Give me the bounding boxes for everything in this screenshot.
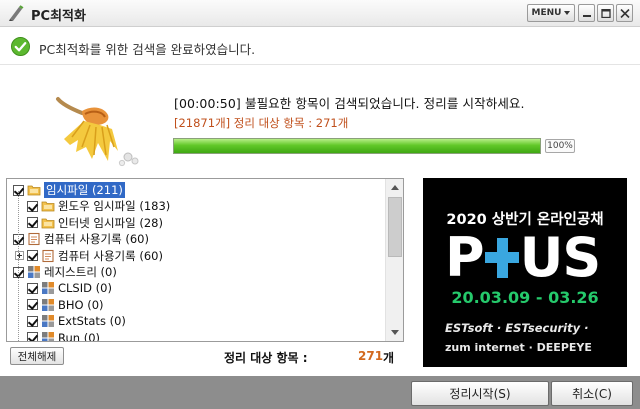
- expand-icon[interactable]: [15, 251, 24, 261]
- ad-brands-line1: ESTsoft · ESTsecurity ·: [445, 321, 589, 335]
- folder-icon: [27, 183, 41, 197]
- chevron-down-icon: [564, 11, 571, 15]
- tree-item-label: 컴퓨터 사용기록 (60): [44, 232, 149, 247]
- tree-item[interactable]: 윈도우 임시파일 (183): [27, 198, 170, 214]
- folder-icon: [41, 199, 55, 213]
- ad-brands-line2: zum internet · DEEPEYE: [445, 341, 592, 354]
- registry-icon: [41, 298, 55, 312]
- scroll-thumb[interactable]: [388, 197, 402, 257]
- tree-item[interactable]: ExtStats (0): [27, 313, 126, 329]
- tree-item-label: 인터넷 임시파일 (28): [58, 215, 163, 230]
- tree-item-label: Run (0): [58, 330, 100, 342]
- tree-item-label: ExtStats (0): [58, 314, 126, 329]
- registry-icon: [27, 265, 41, 279]
- scan-progress-area: [00:00:50] 불필요한 항목이 검색되었습니다. 정리를 시작하세요. …: [0, 65, 640, 177]
- tree-item-checkbox[interactable]: [27, 299, 38, 311]
- total-unit: 개: [383, 351, 395, 365]
- chevron-down-icon: [391, 330, 399, 335]
- menu-label: MENU: [531, 8, 562, 18]
- total-value: 271: [358, 349, 384, 363]
- progress-percent: 100%: [545, 139, 575, 153]
- tree-item-checkbox[interactable]: [27, 332, 38, 341]
- pen-icon: [9, 5, 24, 21]
- registry-icon: [41, 281, 55, 295]
- tree-item-label: 임시파일 (211): [44, 182, 125, 198]
- scroll-up-button[interactable]: [386, 179, 403, 196]
- close-button[interactable]: [616, 4, 633, 22]
- plus-icon: [484, 238, 519, 278]
- tree-item[interactable]: 인터넷 임시파일 (28): [27, 215, 163, 231]
- minimize-button[interactable]: [578, 4, 595, 22]
- tree-item-label: 컴퓨터 사용기록 (60): [58, 248, 163, 263]
- scan-summary: [21871개] 정리 대상 항목 : 271개: [174, 116, 349, 130]
- cancel-button[interactable]: 취소(C): [551, 381, 633, 406]
- tree-item-label: 윈도우 임시파일 (183): [58, 199, 171, 214]
- tree-item[interactable]: Run (0): [27, 330, 100, 342]
- cleanup-tree: 임시파일 (211) 윈도우 임시파일 (183) 인터넷 임시파일 (28) 컴퓨터…: [6, 178, 404, 342]
- status-header: PC최적화를 위한 검색을 완료하였습니다.: [0, 27, 640, 65]
- window-title: PC최적화: [31, 9, 86, 24]
- folder-icon: [41, 216, 55, 230]
- ad-logo: P US: [445, 226, 602, 289]
- ad-dates: 20.03.09 - 03.26: [451, 288, 599, 307]
- tree-item-label: BHO (0): [58, 297, 104, 312]
- scroll-down-button[interactable]: [386, 324, 403, 341]
- tree-connector: [18, 191, 19, 341]
- history-icon: [41, 249, 55, 263]
- tree-item-checkbox[interactable]: [27, 282, 38, 294]
- tree-scrollbar[interactable]: [385, 179, 403, 341]
- footer-bar: 정리시작(S) 취소(C): [0, 376, 640, 409]
- progress-bar-fill: [174, 139, 540, 153]
- scan-result-message: [00:00:50] 불필요한 항목이 검색되었습니다. 정리를 시작하세요.: [174, 96, 525, 111]
- maximize-button[interactable]: [597, 4, 614, 22]
- registry-icon: [41, 314, 55, 328]
- tree-item[interactable]: BHO (0): [27, 297, 104, 313]
- tree-item-checkbox[interactable]: [27, 200, 38, 212]
- chevron-up-icon: [391, 185, 399, 190]
- registry-icon: [41, 331, 55, 341]
- ad-logo-right: US: [519, 226, 602, 289]
- progress-bar: [173, 138, 541, 154]
- check-circle-icon: [11, 37, 30, 56]
- maximize-icon: [601, 9, 611, 18]
- tree-item[interactable]: 컴퓨터 사용기록 (60): [13, 231, 149, 247]
- tree-item-checkbox[interactable]: [27, 250, 38, 262]
- close-icon: [620, 9, 630, 18]
- ad-logo-left: P: [445, 226, 485, 289]
- tree-item-label: 레지스트리 (0): [44, 265, 117, 279]
- history-icon: [27, 232, 41, 246]
- menu-button[interactable]: MENU: [527, 4, 575, 22]
- title-bar: PC최적화 MENU: [0, 0, 640, 27]
- broom-icon: [56, 97, 139, 167]
- tree-item[interactable]: CLSID (0): [27, 280, 112, 296]
- status-message: PC최적화를 위한 검색을 완료하였습니다.: [39, 42, 256, 57]
- start-cleanup-button[interactable]: 정리시작(S): [411, 381, 549, 406]
- tree-item[interactable]: 임시파일 (211): [13, 182, 125, 198]
- ad-banner[interactable]: 2020 상반기 온라인공채 P US 20.03.09 - 03.26 EST…: [423, 178, 627, 367]
- tree-item-checkbox[interactable]: [27, 217, 38, 229]
- tree-item[interactable]: 컴퓨터 사용기록 (60): [15, 248, 163, 264]
- tree-item[interactable]: 레지스트리 (0): [13, 264, 117, 280]
- minimize-icon: [583, 15, 591, 17]
- tree-item-label: CLSID (0): [58, 281, 112, 296]
- tree-item-checkbox[interactable]: [27, 315, 38, 327]
- deselect-all-button[interactable]: 전체해제: [10, 347, 64, 365]
- total-label: 정리 대상 항목 :: [224, 351, 308, 365]
